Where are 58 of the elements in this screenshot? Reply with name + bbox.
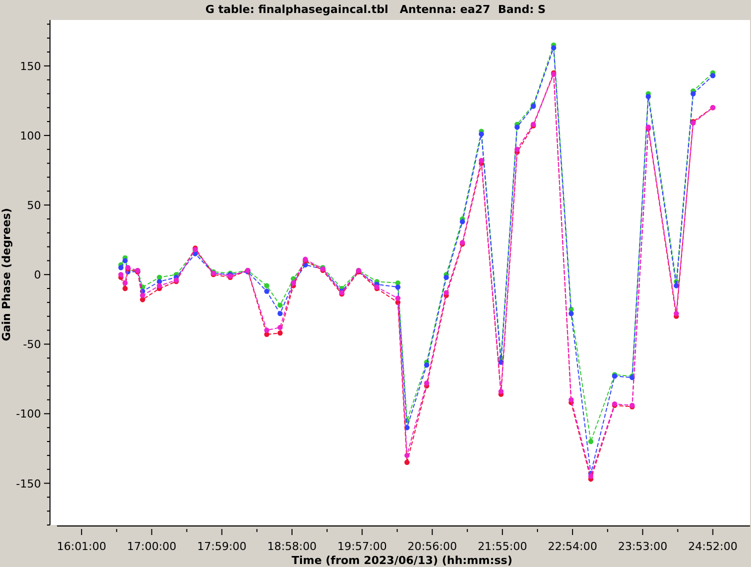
point	[444, 290, 449, 296]
x-tick-label: 17:59:00	[197, 540, 247, 553]
point	[478, 131, 484, 137]
y-tick-label: -50	[23, 338, 41, 352]
point	[140, 292, 146, 298]
point	[404, 452, 410, 458]
point	[395, 296, 400, 301]
point	[646, 94, 651, 100]
point	[122, 258, 128, 264]
y-tick-label: -100	[16, 408, 41, 421]
x-tick-label: 23:53:00	[618, 540, 668, 553]
point	[690, 91, 696, 96]
point	[278, 330, 283, 336]
point	[588, 474, 594, 479]
point	[278, 310, 283, 316]
point	[264, 283, 270, 288]
point	[122, 286, 128, 292]
y-tick-label: 150	[20, 60, 41, 73]
point	[568, 397, 574, 402]
point	[424, 380, 430, 386]
x-tick-label: 19:57:00	[337, 540, 387, 553]
point	[514, 124, 520, 130]
point	[118, 265, 124, 270]
point	[674, 310, 679, 316]
point	[588, 438, 594, 444]
y-tick-label: 100	[20, 129, 41, 142]
point	[156, 283, 162, 288]
x-tick-label: 21:55:00	[478, 540, 528, 553]
x-axis-label: Time (from 2023/06/13) (hh:mm:ss)	[292, 554, 512, 567]
point	[444, 274, 449, 280]
point	[122, 280, 128, 286]
point	[424, 362, 430, 368]
point	[404, 460, 410, 465]
point	[278, 302, 283, 308]
point	[478, 158, 484, 164]
point	[264, 288, 270, 294]
point	[264, 328, 270, 333]
x-tick-label: 20:56:00	[408, 540, 457, 553]
point	[278, 324, 283, 330]
point	[395, 284, 400, 290]
x-tick-label: 22:54:00	[548, 540, 598, 553]
x-tick-label: 18:58:00	[267, 540, 317, 553]
point	[118, 272, 124, 278]
point	[674, 283, 679, 288]
y-tick-label: 50	[27, 199, 41, 212]
x-tick-label: 17:00:00	[127, 540, 176, 553]
point	[551, 45, 556, 50]
point	[460, 219, 466, 224]
x-tick-label: 24:52:00	[688, 540, 738, 553]
y-axis-label: Gain Phase (degrees)	[0, 208, 13, 342]
x-tick-label: 16:01:00	[56, 540, 106, 553]
point	[514, 146, 520, 152]
chart-title: G table: finalphasegaincal.tbl Antenna: ea27 Band: S	[205, 2, 546, 18]
y-tick-label: -150	[16, 477, 41, 490]
y-tick-label: 0	[34, 268, 41, 282]
point	[710, 73, 716, 78]
point	[498, 388, 504, 394]
point	[568, 310, 574, 316]
